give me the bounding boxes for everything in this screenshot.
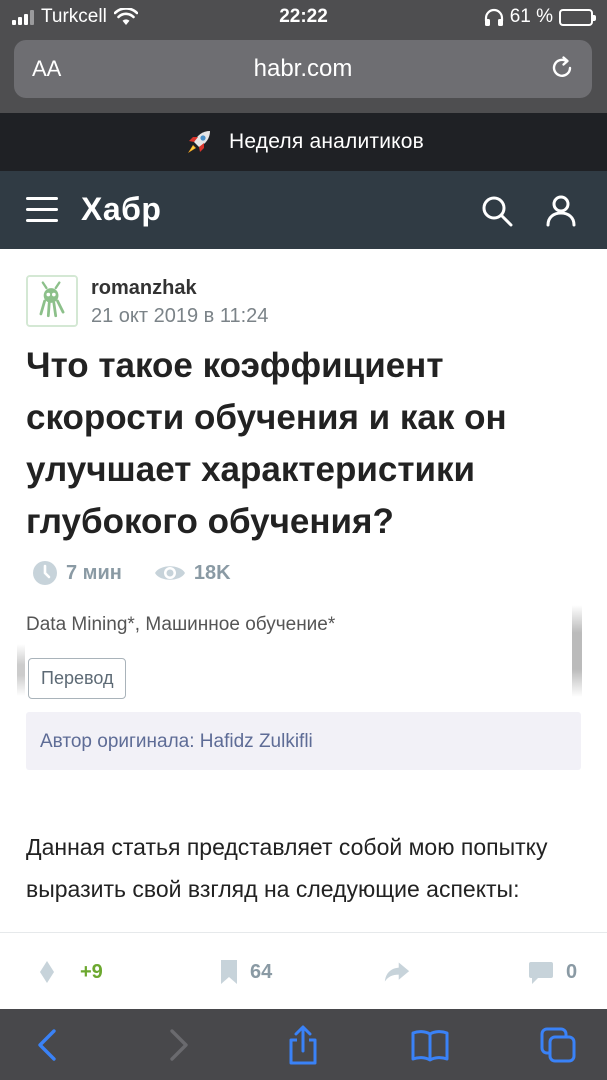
status-right: 61 % — [484, 6, 596, 28]
vote-button[interactable]: +9 — [34, 959, 103, 985]
comments-button[interactable]: 0 — [528, 959, 577, 985]
article-meta: 7 мин 18K — [32, 560, 231, 586]
search-icon[interactable] — [480, 194, 514, 228]
article-hubs[interactable]: Data Mining*, Машинное обучение* — [26, 614, 335, 636]
scroll-fade-right — [572, 605, 582, 697]
promo-banner[interactable]: Неделя аналитиков — [0, 113, 607, 171]
battery-percent: 61 % — [509, 6, 553, 27]
browser-toolbar — [0, 1009, 607, 1080]
address-bar[interactable]: AA habr.com — [14, 40, 592, 98]
share-arrow-icon — [384, 962, 410, 982]
browser-chrome: Turkcell 22:22 61 % AA habr.com — [0, 0, 607, 113]
comments-count: 0 — [566, 960, 578, 983]
article-body: Данная статья представляет собой мою поп… — [26, 834, 548, 902]
site-logo[interactable]: Хабр — [81, 191, 161, 228]
headphones-icon — [484, 8, 503, 26]
url-text[interactable]: habr.com — [14, 55, 592, 83]
back-icon[interactable] — [28, 1025, 68, 1065]
comment-icon — [529, 962, 553, 984]
views-count: 18K — [193, 561, 231, 584]
original-author-box[interactable]: Автор оригинала: Hafidz Zulkifli — [26, 712, 581, 770]
bookmark-button[interactable]: 64 — [216, 959, 272, 985]
promo-text: Неделя аналитиков — [228, 130, 425, 153]
forward-icon[interactable] — [158, 1025, 198, 1065]
avatar[interactable] — [26, 275, 78, 327]
translation-badge[interactable]: Перевод — [28, 658, 127, 699]
eye-icon — [154, 566, 185, 580]
vote-icon — [40, 961, 54, 983]
bookmarks-book-icon[interactable] — [410, 1025, 450, 1065]
share-article-button[interactable] — [384, 959, 410, 985]
clock-icon — [33, 561, 57, 585]
bookmarks-count: 64 — [250, 960, 273, 983]
status-bar: Turkcell 22:22 61 % — [0, 0, 607, 34]
author-name[interactable]: romanzhak — [91, 277, 197, 300]
article-actions: +9 64 0 — [0, 932, 607, 1009]
bookmark-icon — [221, 960, 237, 984]
article-title: Что такое коэффициент скорости обучения … — [26, 346, 507, 541]
tabs-icon[interactable] — [538, 1025, 578, 1065]
menu-icon[interactable] — [26, 197, 58, 223]
scroll-fade-left — [17, 644, 25, 696]
votes-count: +9 — [80, 960, 103, 983]
publish-date: 21 окт 2019 в 11:24 — [91, 305, 269, 327]
reading-time: 7 мин — [66, 561, 122, 584]
battery-icon — [559, 8, 596, 26]
reload-icon[interactable] — [548, 54, 576, 82]
share-icon[interactable] — [283, 1025, 323, 1065]
rocket-icon — [187, 131, 210, 153]
user-icon[interactable] — [544, 193, 578, 227]
site-header: Хабр — [0, 171, 607, 249]
